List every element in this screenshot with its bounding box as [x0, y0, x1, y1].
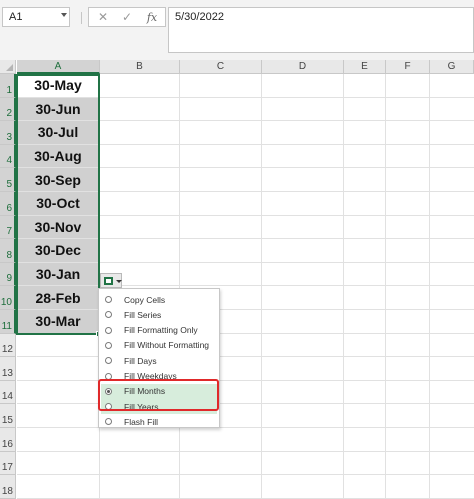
radio-icon	[105, 418, 112, 426]
menu-item-fill-weekdays[interactable]: Fill Weekdays	[101, 369, 217, 384]
menu-item-label: Fill Without Formatting	[124, 340, 210, 351]
select-all-button[interactable]	[0, 60, 16, 74]
menu-item-fill-series[interactable]: Fill Series	[101, 307, 217, 322]
gridline-horizontal	[17, 379, 474, 381]
menu-item-label: Fill Years	[124, 401, 159, 412]
menu-item-fill-months[interactable]: Fill Months	[101, 383, 217, 399]
cell-a8[interactable]: 30-Dec	[17, 239, 99, 262]
name-box-dropdown-icon[interactable]	[61, 13, 67, 17]
menu-item-flash-fill[interactable]: Flash Fill	[101, 414, 217, 429]
formula-separator	[81, 12, 82, 24]
row-header-18[interactable]: 18	[0, 475, 16, 499]
menu-item-fill-without-formatting[interactable]: Fill Without Formatting	[101, 338, 217, 353]
formula-buttons: ✕ ✓ fx	[88, 7, 166, 27]
check-icon[interactable]: ✓	[117, 9, 137, 26]
row-header-11[interactable]: 11	[0, 310, 16, 334]
row-header-3[interactable]: 3	[0, 121, 16, 145]
fx-label: fx	[146, 11, 158, 24]
gridline-horizontal	[17, 450, 474, 452]
row-header-9[interactable]: 9	[0, 262, 16, 287]
row-header-2[interactable]: 2	[0, 97, 16, 122]
radio-icon	[105, 387, 112, 395]
menu-item-copy-cells[interactable]: Copy Cells	[101, 292, 217, 307]
menu-item-label: Fill Weekdays	[124, 371, 177, 381]
row-header-12[interactable]: 12	[0, 333, 16, 358]
column-header-d[interactable]: D	[262, 60, 344, 74]
select-all-icon	[6, 64, 13, 71]
cell-a2[interactable]: 30-Jun	[17, 97, 99, 121]
column-header-g[interactable]: G	[430, 60, 474, 74]
row-header-17[interactable]: 17	[0, 451, 16, 476]
menu-item-label: Copy Cells	[124, 294, 166, 305]
row-header-8[interactable]: 8	[0, 239, 16, 263]
row-header-1[interactable]: 1	[0, 74, 16, 98]
menu-item-label: Fill Days	[124, 355, 157, 366]
row-header-5[interactable]: 5	[0, 168, 16, 192]
row-header-13[interactable]: 13	[0, 357, 16, 381]
column-header-b[interactable]: B	[100, 60, 180, 74]
gridline-horizontal	[17, 403, 474, 405]
menu-item-fill-days[interactable]: Fill Days	[101, 353, 217, 368]
row-header-14[interactable]: 14	[0, 380, 16, 405]
radio-icon	[105, 311, 112, 319]
formula-area: A1 ✕ ✓ fx 5/30/2022	[0, 0, 474, 60]
cell-a4[interactable]: 30-Aug	[17, 144, 99, 168]
menu-item-label: Fill Series	[124, 309, 162, 320]
radio-icon	[105, 357, 112, 365]
cell-a10[interactable]: 28-Feb	[17, 286, 99, 309]
column-header-a[interactable]: A	[17, 60, 100, 74]
cell-a5[interactable]: 30-Sep	[17, 168, 99, 191]
spreadsheet-grid[interactable]: A B C D E F G 1 2 3 4 5 6 7 8 9 10 11 12 13 14 15 16 17 18 30-May…	[0, 60, 474, 499]
row-header-6[interactable]: 6	[0, 192, 16, 216]
name-box[interactable]: A1	[2, 7, 70, 27]
row-header-16[interactable]: 16	[0, 428, 16, 452]
formula-input[interactable]: 5/30/2022	[168, 7, 474, 53]
cell-a11[interactable]: 30-Mar	[17, 310, 99, 333]
radio-icon	[105, 326, 112, 334]
cell-a6[interactable]: 30-Oct	[17, 192, 99, 215]
chevron-down-icon	[116, 280, 122, 283]
auto-fill-options-icon	[104, 277, 113, 285]
cell-a3[interactable]: 30-Jul	[17, 121, 99, 144]
menu-item-fill-formatting-only[interactable]: Fill Formatting Only	[101, 323, 217, 338]
gridline-horizontal	[17, 332, 474, 334]
insert-function-icon[interactable]: fx	[142, 9, 162, 26]
auto-fill-options-button[interactable]	[100, 273, 122, 288]
gridline-horizontal	[17, 356, 474, 358]
menu-item-label: Fill Months	[124, 386, 166, 397]
menu-item-label: Fill Formatting Only	[124, 325, 198, 336]
cell-a7[interactable]: 30-Nov	[17, 215, 99, 239]
cell-a9[interactable]: 30-Jan	[17, 262, 99, 286]
row-header-15[interactable]: 15	[0, 404, 16, 428]
gridline-horizontal	[17, 427, 474, 428]
menu-item-label: Flash Fill	[124, 416, 159, 427]
gridline-horizontal	[17, 474, 474, 476]
row-header-7[interactable]: 7	[0, 215, 16, 240]
cancel-icon[interactable]: ✕	[93, 9, 113, 26]
radio-icon	[105, 341, 112, 349]
column-header-e[interactable]: E	[344, 60, 386, 74]
radio-icon	[105, 403, 112, 411]
cell-a1[interactable]: 30-May	[17, 74, 99, 97]
menu-item-fill-years[interactable]: Fill Years	[101, 399, 217, 415]
column-header-f[interactable]: F	[386, 60, 430, 74]
radio-icon	[105, 296, 112, 303]
row-header-4[interactable]: 4	[0, 144, 16, 169]
column-header-c[interactable]: C	[180, 60, 262, 74]
radio-icon	[105, 372, 112, 380]
auto-fill-options-menu: Copy Cells Fill Series Fill Formatting Onl…	[98, 288, 220, 428]
row-header-10[interactable]: 10	[0, 286, 16, 310]
